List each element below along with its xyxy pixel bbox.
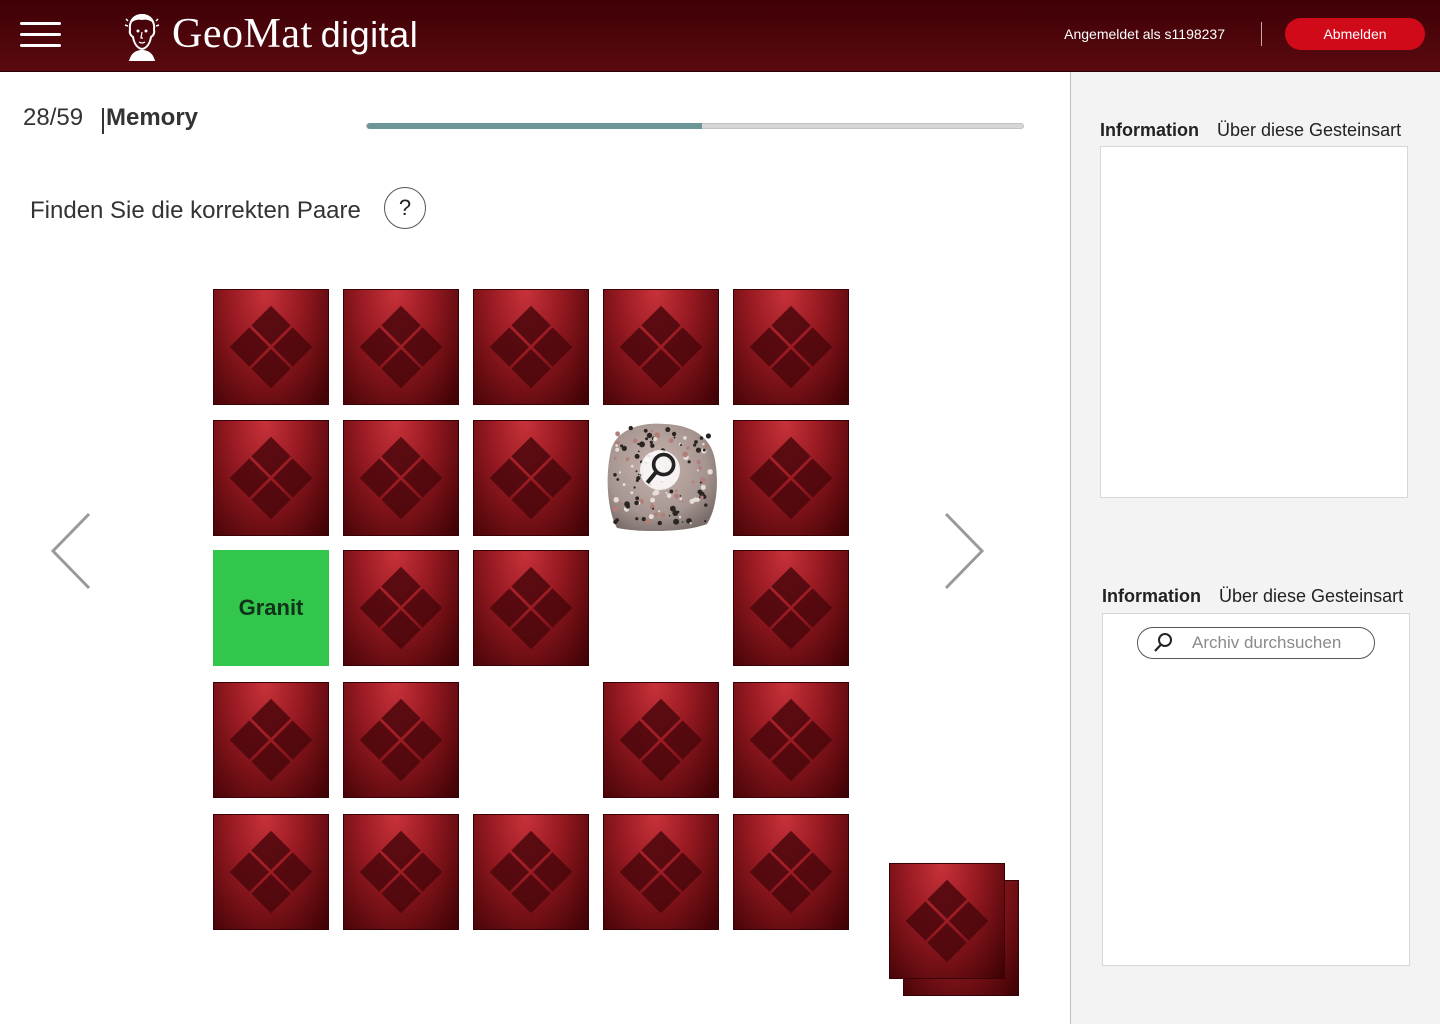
panel-tabs-top: Information Über diese Gesteinsart <box>1100 120 1401 141</box>
memory-card-face-down[interactable] <box>343 550 459 666</box>
memory-card-face-down[interactable] <box>343 682 459 798</box>
next-arrow-icon[interactable] <box>938 511 988 591</box>
search-input[interactable] <box>1192 633 1372 653</box>
memory-card-face-down[interactable] <box>733 814 849 930</box>
memory-card-face-down[interactable] <box>733 550 849 666</box>
search-icon <box>1154 633 1172 652</box>
progress-bar <box>366 123 1024 129</box>
memory-card-face-down[interactable] <box>603 289 719 405</box>
brand-title[interactable]: GeoMat digital <box>172 10 418 58</box>
zoom-icon[interactable] <box>640 450 680 490</box>
memory-card-face-down[interactable] <box>733 682 849 798</box>
memory-card-face-down[interactable] <box>733 420 849 536</box>
memory-card-face-down[interactable] <box>213 682 329 798</box>
goethe-logo-icon <box>124 13 160 61</box>
tab-information[interactable]: Information <box>1100 120 1199 141</box>
panel-tabs-bottom: Information Über diese Gesteinsart <box>1102 586 1403 607</box>
brand-sub: digital <box>320 14 419 55</box>
logout-button[interactable]: Abmelden <box>1285 18 1425 50</box>
memory-card-face-down[interactable] <box>603 682 719 798</box>
memory-card-face-down[interactable] <box>213 289 329 405</box>
memory-card-face-down[interactable] <box>473 550 589 666</box>
memory-card-face-down[interactable] <box>213 814 329 930</box>
previous-arrow-icon[interactable] <box>47 511 97 591</box>
memory-card-face-down[interactable] <box>473 289 589 405</box>
info-content-box <box>1100 146 1408 498</box>
card-label: Granit <box>238 595 304 620</box>
card-deck[interactable] <box>889 863 1005 979</box>
question-counter: 28/59 <box>23 104 84 131</box>
memory-card-face-down[interactable] <box>733 289 849 405</box>
archive-content-box <box>1102 613 1410 966</box>
menu-icon[interactable] <box>20 22 62 50</box>
page-title: Memory <box>106 104 199 131</box>
memory-card-face-down[interactable] <box>473 420 589 536</box>
tab-about-rock-type[interactable]: Über diese Gesteinsart <box>1217 120 1401 141</box>
progress-bar-fill <box>367 123 702 129</box>
logged-in-status: Angemeldet als s1198237 <box>1064 26 1225 42</box>
instruction-text: Finden Sie die korrekten Paare <box>30 197 361 224</box>
tab-about-rock-type[interactable]: Über diese Gesteinsart <box>1219 586 1403 607</box>
memory-card-face-down[interactable] <box>213 420 329 536</box>
memory-card-face-down[interactable] <box>343 814 459 930</box>
help-button[interactable]: ? <box>384 187 426 229</box>
title-divider <box>102 108 104 134</box>
header-divider <box>1261 22 1262 46</box>
memory-card-face-down[interactable] <box>473 814 589 930</box>
memory-card-face-down[interactable] <box>343 289 459 405</box>
memory-card-matched[interactable]: Granit <box>213 550 329 666</box>
top-bar: GeoMat digital Angemeldet als s1198237 Ab… <box>0 0 1440 72</box>
memory-card-face-down[interactable] <box>603 814 719 930</box>
memory-card-granite-photo[interactable] <box>603 420 719 534</box>
archive-search <box>1137 627 1375 659</box>
memory-card-face-down[interactable] <box>343 420 459 536</box>
brand-main: GeoMat <box>172 11 313 57</box>
tab-information[interactable]: Information <box>1102 586 1201 607</box>
